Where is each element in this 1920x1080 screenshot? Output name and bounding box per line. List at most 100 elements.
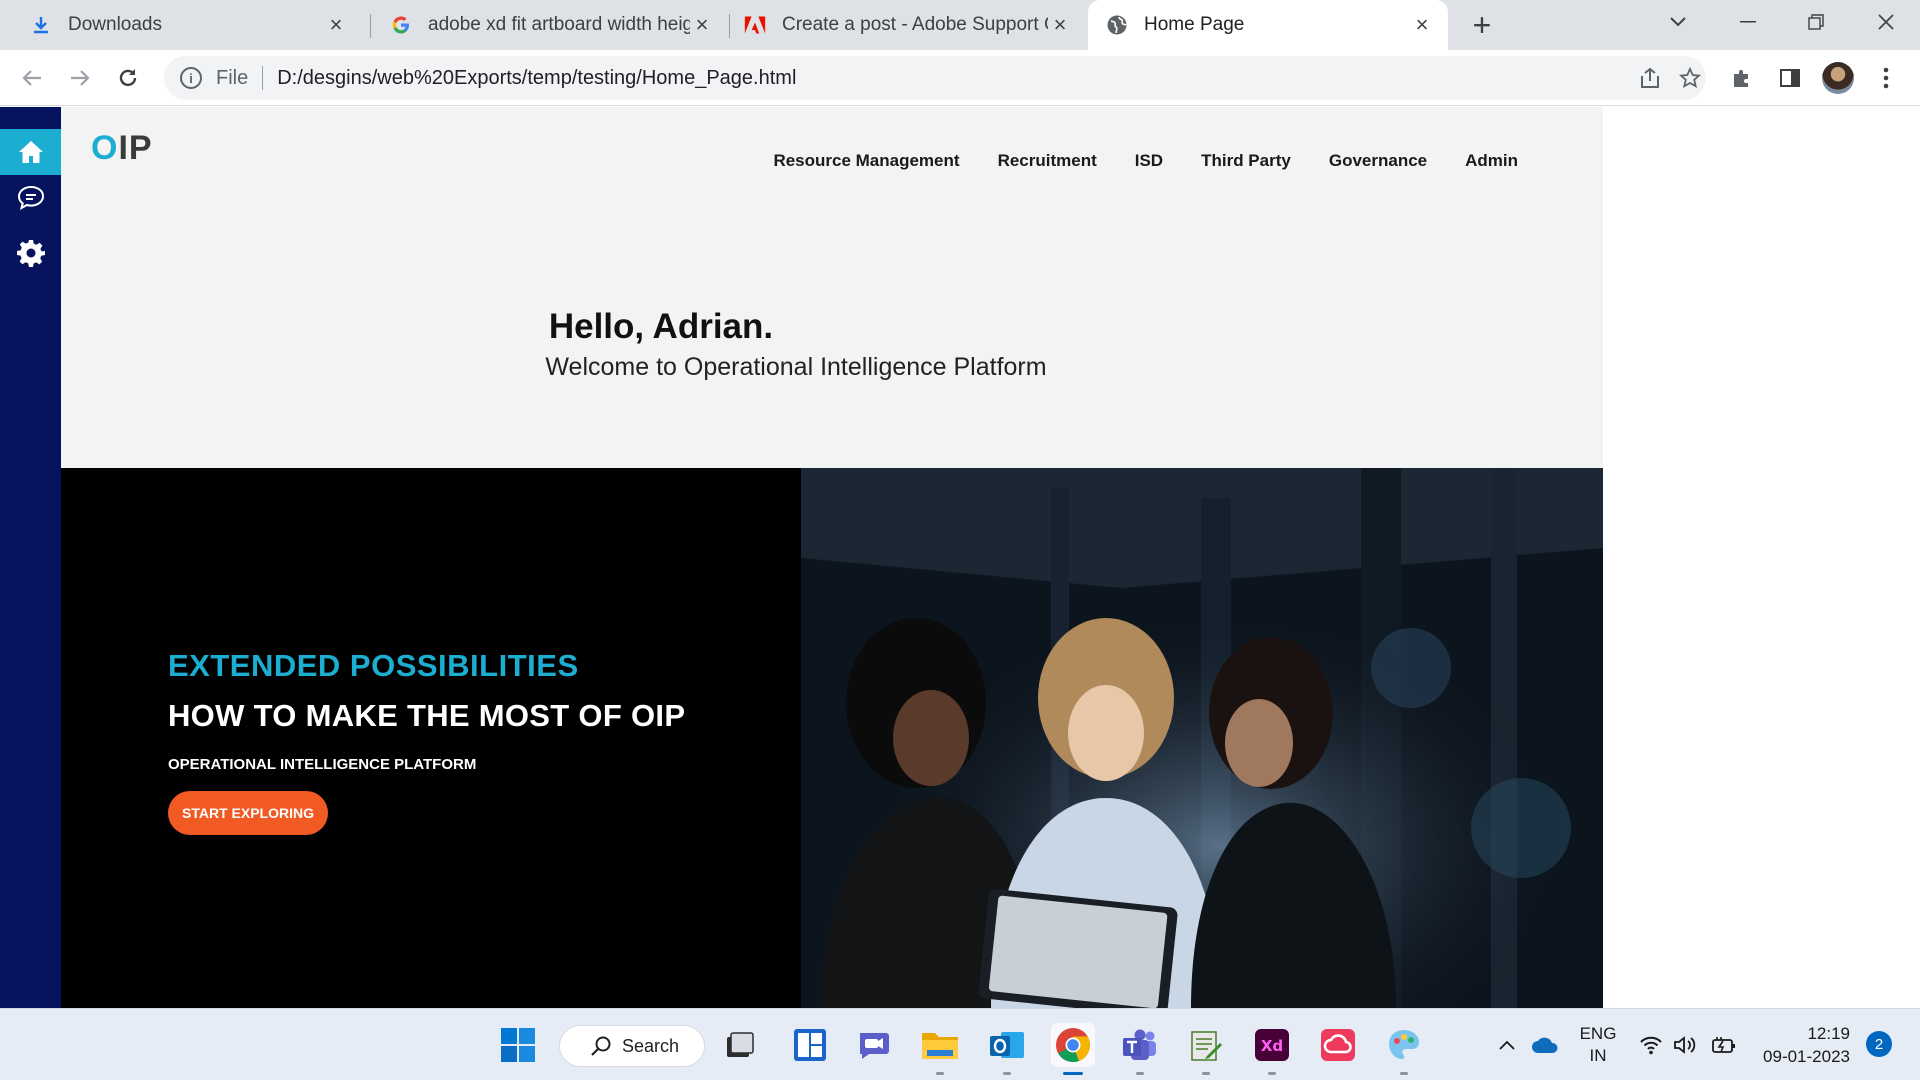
page-viewport: OIP Resource Management Recruitment ISD … — [0, 107, 1920, 1008]
logo-rest: IP — [118, 129, 153, 167]
svg-text:Xd: Xd — [1261, 1037, 1283, 1055]
nav-governance[interactable]: Governance — [1329, 151, 1427, 171]
reload-icon — [119, 69, 137, 87]
notification-badge[interactable]: 2 — [1866, 1031, 1892, 1057]
wifi-icon[interactable] — [1636, 1009, 1666, 1080]
language-code: ENG — [1579, 1024, 1617, 1043]
paint-app-button[interactable] — [1382, 1023, 1426, 1075]
sidebar-item-home[interactable] — [0, 129, 61, 175]
chevron-down-icon — [1670, 17, 1686, 27]
language-indicator[interactable]: ENG IN — [1574, 1009, 1622, 1080]
search-icon — [591, 1036, 611, 1056]
greeting-title: Hello, Adrian. — [548, 307, 774, 346]
close-window-button[interactable] — [1858, 0, 1914, 44]
tab-strip: Downloads × adobe xd fit artboard width … — [0, 0, 1920, 50]
close-icon[interactable]: × — [690, 12, 714, 37]
notepad-app-button[interactable] — [1184, 1023, 1228, 1075]
language-region: IN — [1589, 1046, 1607, 1065]
show-hidden-icons-button[interactable] — [1492, 1009, 1522, 1080]
sidebar-item-settings[interactable] — [0, 230, 61, 276]
tab-title: Create a post - Adobe Support C — [782, 14, 1048, 35]
hero-title: HOW TO MAKE THE MOST OF OIP — [168, 698, 686, 733]
share-icon[interactable] — [1628, 56, 1672, 100]
task-view-button[interactable] — [718, 1023, 762, 1067]
site-info-icon[interactable]: i — [180, 67, 202, 89]
adobe-icon — [744, 14, 766, 36]
volume-icon[interactable] — [1670, 1009, 1700, 1080]
adobe-xd-icon: Xd — [1255, 1029, 1289, 1061]
forward-button[interactable] — [60, 58, 100, 98]
people-with-tablet-illustration — [801, 468, 1603, 1008]
bookmark-star-icon[interactable] — [1668, 56, 1712, 100]
greeting-block: Hello, Adrian. Welcome to Operational In… — [61, 307, 1531, 382]
nav-admin[interactable]: Admin — [1465, 151, 1518, 171]
tab-title: Home Page — [1144, 14, 1245, 35]
close-icon[interactable]: × — [324, 12, 348, 37]
hero-banner: EXTENDED POSSIBILITIES HOW TO MAKE THE M… — [61, 468, 1603, 1008]
clock-time: 12:19 — [1807, 1024, 1850, 1043]
side-panel-icon[interactable] — [1770, 58, 1810, 98]
outlook-icon — [990, 1032, 1024, 1058]
address-bar[interactable]: i File D:/desgins/web%20Exports/temp/tes… — [164, 56, 1706, 100]
outlook-button[interactable] — [985, 1023, 1029, 1075]
kebab-menu-icon[interactable] — [1866, 58, 1906, 98]
start-button[interactable] — [496, 1023, 540, 1067]
taskbar-search[interactable]: Search — [559, 1025, 705, 1067]
url-text[interactable]: D:/desgins/web%20Exports/temp/testing/Ho… — [277, 67, 796, 90]
browser-toolbar: i File D:/desgins/web%20Exports/temp/tes… — [0, 50, 1920, 106]
profile-avatar[interactable] — [1822, 62, 1854, 94]
nav-isd[interactable]: ISD — [1135, 151, 1163, 171]
nav-recruitment[interactable]: Recruitment — [998, 151, 1097, 171]
paint-palette-icon — [1389, 1030, 1419, 1059]
windows-taskbar: Search Xd ENG IN 12:19 09-01-2023 2 — [0, 1008, 1920, 1080]
adobe-xd-button[interactable]: Xd — [1250, 1023, 1294, 1075]
nav-third-party[interactable]: Third Party — [1201, 151, 1291, 171]
new-tab-button[interactable]: + — [1464, 7, 1500, 43]
widgets-button[interactable] — [788, 1023, 832, 1067]
home-icon — [18, 141, 43, 163]
tab-google-search[interactable]: adobe xd fit artboard width heig × — [370, 0, 728, 50]
teams-button[interactable] — [1118, 1023, 1162, 1075]
forward-arrow-icon — [71, 70, 90, 86]
reload-button[interactable] — [108, 58, 148, 98]
battery-charging-icon[interactable] — [1708, 1009, 1740, 1080]
gear-icon — [16, 240, 45, 267]
start-exploring-button[interactable]: START EXPLORING — [168, 791, 328, 835]
nav-resource-management[interactable]: Resource Management — [773, 151, 959, 171]
tab-title: Downloads — [68, 14, 162, 35]
chat-bubble-icon — [17, 185, 44, 211]
restore-button[interactable] — [1788, 0, 1844, 44]
onedrive-icon[interactable] — [1528, 1009, 1562, 1080]
close-icon[interactable]: × — [1410, 12, 1434, 37]
google-icon — [390, 14, 412, 36]
greeting-subtitle: Welcome to Operational Intelligence Plat… — [545, 353, 1047, 381]
minimize-button[interactable] — [1720, 0, 1776, 44]
teams-chat-button[interactable] — [852, 1023, 896, 1067]
close-icon[interactable]: × — [1048, 12, 1072, 37]
back-button[interactable] — [12, 58, 52, 98]
chrome-icon — [1056, 1028, 1091, 1063]
taskbar-clock[interactable]: 12:19 09-01-2023 — [1752, 1022, 1850, 1068]
file-explorer-button[interactable] — [918, 1023, 962, 1075]
notepad-icon — [1191, 1031, 1222, 1061]
app-logo[interactable]: OIP — [91, 129, 153, 168]
creative-cloud-button[interactable] — [1316, 1023, 1360, 1067]
logo-o: O — [91, 129, 119, 167]
hero-photo — [801, 468, 1603, 1008]
widgets-icon — [794, 1029, 826, 1061]
extensions-puzzle-icon[interactable] — [1722, 58, 1762, 98]
taskbar-search-label: Search — [622, 1035, 680, 1056]
chrome-button[interactable] — [1051, 1023, 1095, 1075]
creative-cloud-icon — [1321, 1029, 1355, 1061]
hero-subtitle: OPERATIONAL INTELLIGENCE PLATFORM — [168, 756, 477, 773]
folder-icon — [922, 1033, 958, 1059]
sidebar-item-messages[interactable] — [0, 175, 61, 221]
chat-camera-icon — [860, 1033, 889, 1059]
tab-adobe-support[interactable]: Create a post - Adobe Support C × — [730, 0, 1086, 50]
tab-search-button[interactable] — [1650, 0, 1706, 44]
windows-logo-icon — [501, 1028, 535, 1062]
app-content: OIP Resource Management Recruitment ISD … — [61, 107, 1603, 1008]
tab-home-page[interactable]: Home Page × — [1088, 0, 1448, 50]
back-arrow-icon — [22, 70, 41, 86]
tab-downloads[interactable]: Downloads × — [0, 0, 362, 50]
